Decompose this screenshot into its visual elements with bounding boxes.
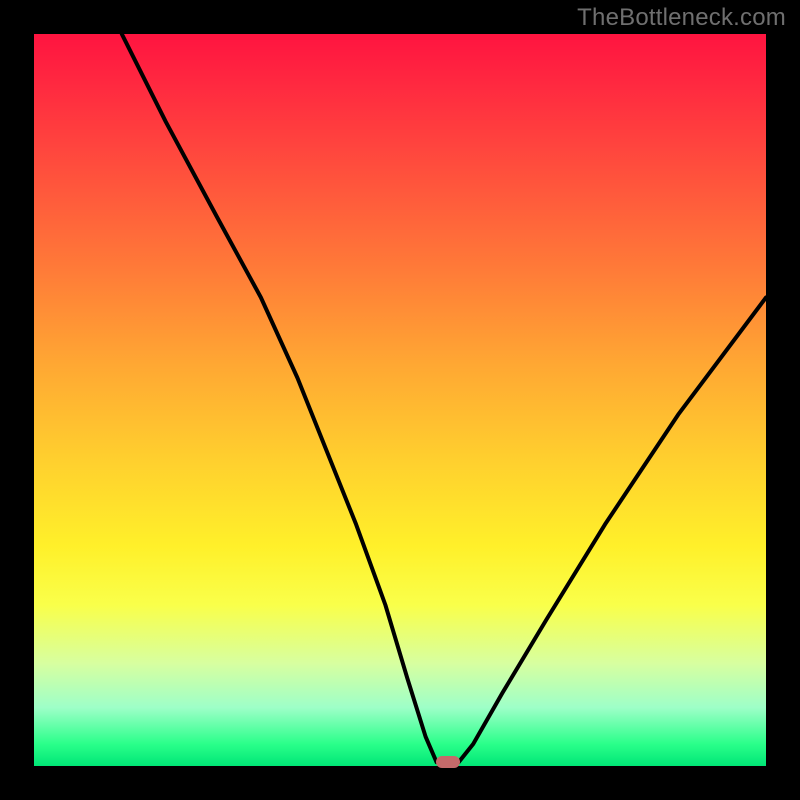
- optimal-point-marker: [436, 756, 460, 768]
- watermark-text: TheBottleneck.com: [577, 4, 786, 32]
- plot-area: [34, 34, 766, 766]
- bottleneck-curve: [34, 34, 766, 766]
- chart-frame: TheBottleneck.com: [0, 0, 800, 800]
